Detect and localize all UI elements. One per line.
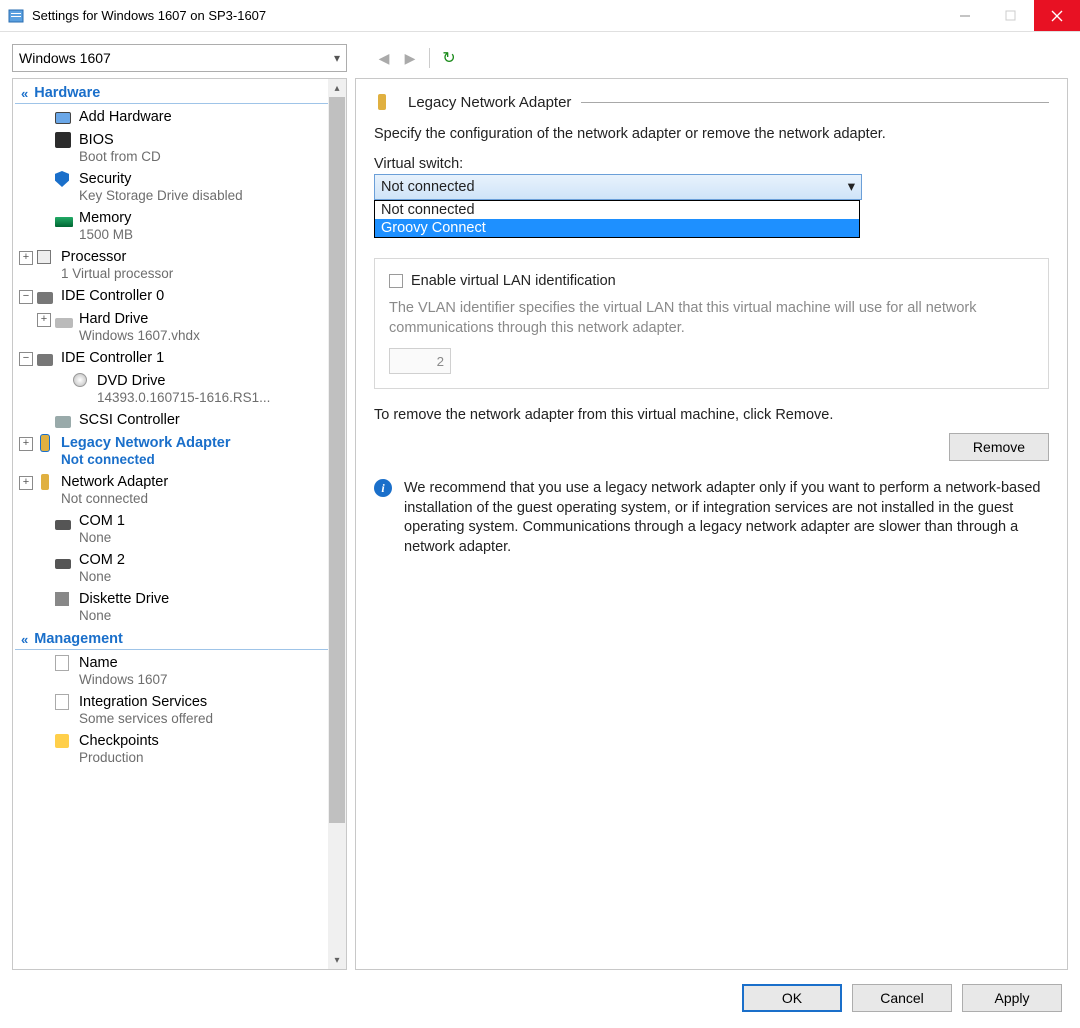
chevron-down-icon: ▾: [334, 51, 340, 65]
tree-name[interactable]: NameWindows 1607: [15, 652, 328, 691]
close-button[interactable]: [1034, 0, 1080, 31]
document-icon: [55, 694, 69, 710]
expand-icon[interactable]: +: [19, 437, 33, 451]
serial-port-icon: [55, 559, 71, 569]
virtual-switch-dropdown[interactable]: Not connected ▾: [374, 174, 862, 200]
separator: [429, 48, 430, 68]
controller-icon: [37, 292, 53, 304]
document-icon: [55, 655, 69, 671]
collapse-icon: «: [21, 632, 28, 647]
separator: [581, 102, 1049, 103]
vlan-id-input: [389, 348, 451, 374]
remove-button[interactable]: Remove: [949, 433, 1049, 461]
vm-selector-dropdown[interactable]: Windows 1607 ▾: [12, 44, 347, 72]
tree-processor[interactable]: + Processor1 Virtual processor: [15, 246, 328, 285]
nav-back-button[interactable]: ◀: [373, 47, 395, 69]
vlan-enable-label: Enable virtual LAN identification: [411, 273, 616, 289]
tree-legacy-network-adapter[interactable]: + Legacy Network AdapterNot connected: [15, 432, 328, 471]
section-management[interactable]: « Management: [15, 627, 328, 650]
detail-panel: Legacy Network Adapter Specify the confi…: [355, 78, 1068, 970]
info-text: We recommend that you use a legacy netwo…: [404, 479, 1049, 557]
tree-diskette[interactable]: Diskette DriveNone: [15, 588, 328, 627]
section-hardware[interactable]: « Hardware: [15, 81, 328, 104]
tree-ide0[interactable]: − IDE Controller 0: [15, 285, 328, 308]
window-title: Settings for Windows 1607 on SP3-1607: [32, 8, 942, 23]
virtual-switch-label: Virtual switch:: [374, 156, 1049, 172]
tree-checkpoints[interactable]: CheckpointsProduction: [15, 730, 328, 769]
scroll-thumb[interactable]: [329, 97, 345, 823]
window-controls: [942, 0, 1080, 31]
ok-button[interactable]: OK: [742, 984, 842, 1012]
settings-window-icon: [8, 8, 24, 24]
hard-drive-icon: [55, 318, 73, 328]
dvd-icon: [73, 373, 87, 387]
network-adapter-icon: [41, 435, 49, 451]
tree-dvd-drive[interactable]: DVD Drive14393.0.160715-1616.RS1...: [15, 370, 328, 409]
detail-title: Legacy Network Adapter: [408, 94, 571, 111]
maximize-button[interactable]: [988, 0, 1034, 31]
diskette-icon: [55, 592, 69, 606]
tree-integration-services[interactable]: Integration ServicesSome services offere…: [15, 691, 328, 730]
scroll-up-icon[interactable]: ▴: [328, 79, 346, 97]
info-icon: i: [374, 479, 392, 497]
dropdown-option-groovy-connect[interactable]: Groovy Connect: [375, 219, 859, 237]
collapse-icon: «: [21, 86, 28, 101]
refresh-button[interactable]: ↻: [438, 47, 460, 69]
memory-icon: [55, 217, 73, 227]
tree-memory[interactable]: Memory1500 MB: [15, 207, 328, 246]
vlan-group: Enable virtual LAN identification The VL…: [374, 258, 1049, 389]
vlan-enable-checkbox[interactable]: [389, 274, 403, 288]
tree-bios[interactable]: BIOSBoot from CD: [15, 129, 328, 168]
checkpoint-icon: [55, 734, 69, 748]
tree-hard-drive[interactable]: + Hard DriveWindows 1607.vhdx: [15, 308, 328, 347]
dialog-buttons: OK Cancel Apply: [12, 970, 1068, 1016]
chip-icon: [55, 132, 71, 148]
expand-icon[interactable]: +: [37, 313, 51, 327]
scsi-icon: [55, 416, 71, 428]
monitor-icon: [55, 112, 71, 124]
tree-scrollbar[interactable]: ▴ ▾: [328, 79, 346, 969]
cpu-icon: [37, 250, 51, 264]
vm-selector-value: Windows 1607: [19, 50, 111, 66]
tree-com2[interactable]: COM 2None: [15, 549, 328, 588]
serial-port-icon: [55, 520, 71, 530]
dropdown-option-not-connected[interactable]: Not connected: [375, 201, 859, 219]
shield-icon: [55, 171, 69, 187]
network-adapter-icon: [41, 474, 49, 490]
tree-ide1[interactable]: − IDE Controller 1: [15, 347, 328, 370]
tree-security[interactable]: SecurityKey Storage Drive disabled: [15, 168, 328, 207]
tree-com1[interactable]: COM 1None: [15, 510, 328, 549]
chevron-down-icon: ▾: [848, 179, 855, 195]
toolbar: Windows 1607 ▾ ◀ ▶ ↻: [12, 44, 1068, 72]
minimize-button[interactable]: [942, 0, 988, 31]
tree-network-adapter[interactable]: + Network AdapterNot connected: [15, 471, 328, 510]
detail-description: Specify the configuration of the network…: [374, 126, 1049, 142]
cancel-button[interactable]: Cancel: [852, 984, 952, 1012]
collapse-icon[interactable]: −: [19, 290, 33, 304]
collapse-icon[interactable]: −: [19, 352, 33, 366]
expand-icon[interactable]: +: [19, 476, 33, 490]
tree-scsi[interactable]: SCSI Controller: [15, 409, 328, 432]
virtual-switch-options: Not connected Groovy Connect: [374, 200, 860, 238]
titlebar: Settings for Windows 1607 on SP3-1607: [0, 0, 1080, 32]
scroll-down-icon[interactable]: ▾: [328, 951, 346, 969]
remove-description: To remove the network adapter from this …: [374, 407, 1049, 423]
vlan-description: The VLAN identifier specifies the virtua…: [389, 299, 1034, 338]
nav-forward-button[interactable]: ▶: [399, 47, 421, 69]
network-adapter-icon: [378, 94, 386, 110]
apply-button[interactable]: Apply: [962, 984, 1062, 1012]
virtual-switch-value: Not connected: [381, 179, 475, 195]
hardware-tree-panel: « Hardware Add Hardware BIOSBoot from CD…: [12, 78, 347, 970]
controller-icon: [37, 354, 53, 366]
expand-icon[interactable]: +: [19, 251, 33, 265]
tree-add-hardware[interactable]: Add Hardware: [15, 106, 328, 129]
